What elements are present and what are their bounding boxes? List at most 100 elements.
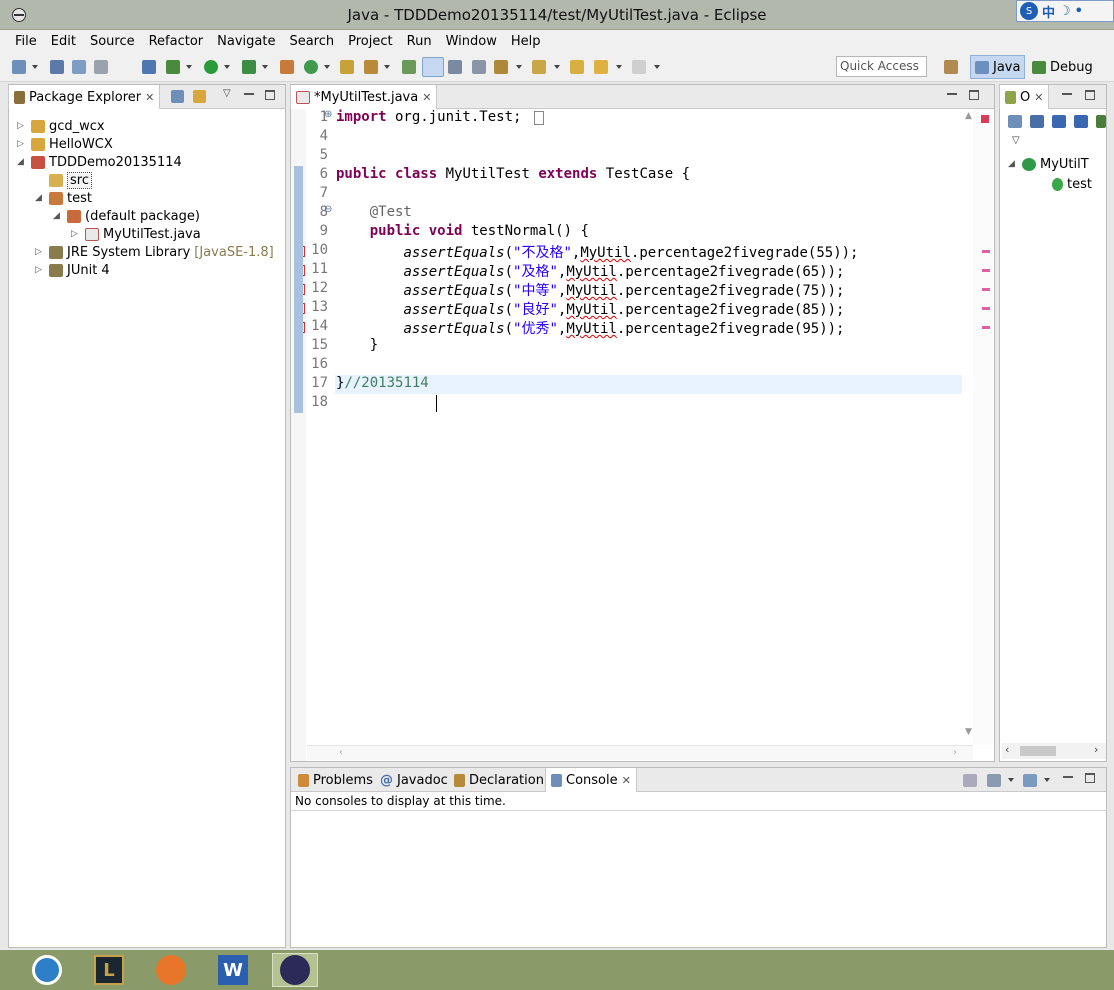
tab-package-explorer[interactable]: Package Explorer ✕ <box>8 85 161 109</box>
scroll-left-icon[interactable]: ‹ <box>339 747 343 758</box>
close-icon[interactable]: ✕ <box>145 91 154 104</box>
scroll-up-icon[interactable]: ▲ <box>965 111 972 121</box>
taskbar-pplive[interactable] <box>24 953 70 987</box>
code-line[interactable]: }//20135114 <box>336 375 429 391</box>
expanded-arrow-icon[interactable]: ◢ <box>35 193 45 203</box>
collapsed-arrow-icon[interactable]: ▷ <box>71 229 81 239</box>
tree-item-folder-src[interactable]: src <box>35 171 92 189</box>
save-all-icon[interactable] <box>72 60 86 74</box>
hide-fields-icon[interactable] <box>1052 115 1066 128</box>
skip-breakpoints-icon[interactable] <box>142 60 156 74</box>
code-line[interactable]: assertEquals("中等",MyUtil.percentage2five… <box>336 280 844 300</box>
perspective-java[interactable]: Java <box>970 55 1026 79</box>
run-icon[interactable] <box>204 60 218 74</box>
new-icon[interactable] <box>12 60 26 74</box>
collapsed-arrow-icon[interactable]: ▷ <box>35 247 45 257</box>
open-task-icon[interactable] <box>402 60 416 74</box>
menu-item[interactable]: Help <box>504 34 548 49</box>
close-icon[interactable]: ✕ <box>1034 91 1043 104</box>
tree-item-project-tdddemo[interactable]: ◢ TDDDemo20135114 <box>17 153 182 171</box>
tree-item-project-hellowcx[interactable]: ▷ HelloWCX <box>17 135 113 153</box>
perspective-debug[interactable]: Debug <box>1028 55 1097 79</box>
tab-myutiltest-java[interactable]: *MyUtilTest.java ✕ <box>290 85 438 109</box>
tree-item-project-gcd-wcx[interactable]: ▷ gcd_wcx <box>17 117 105 135</box>
menu-item[interactable]: Window <box>439 34 504 49</box>
save-icon[interactable] <box>50 60 64 74</box>
coverage-icon[interactable] <box>242 60 256 74</box>
folded-imports-box[interactable] <box>534 111 544 125</box>
open-console-icon[interactable] <box>1023 774 1037 787</box>
minimize-icon[interactable] <box>244 89 254 95</box>
block-selection-icon[interactable] <box>448 60 462 74</box>
menu-item[interactable]: File <box>8 34 44 49</box>
tab-problems[interactable]: Problems <box>293 768 378 792</box>
overview-error-mark[interactable] <box>982 250 990 253</box>
minimize-icon[interactable] <box>947 89 957 95</box>
sort-icon[interactable] <box>1030 115 1044 128</box>
tab-javadoc[interactable]: @ Javadoc <box>375 768 453 792</box>
code-line[interactable]: assertEquals("不及格",MyUtil.percentage2fiv… <box>336 242 858 262</box>
show-whitespace-icon[interactable] <box>472 60 486 74</box>
close-icon[interactable]: ✕ <box>622 774 631 787</box>
code-line[interactable]: assertEquals("优秀",MyUtil.percentage2five… <box>336 318 844 338</box>
quick-access-input[interactable]: Quick Access <box>836 56 927 77</box>
menu-item[interactable]: Run <box>400 34 439 49</box>
code-line[interactable]: @Test <box>336 204 412 220</box>
tree-item-default-package[interactable]: ◢ (default package) <box>53 207 200 225</box>
back-icon[interactable] <box>594 60 608 74</box>
code-line[interactable]: } <box>336 337 378 353</box>
menu-item[interactable]: Navigate <box>210 34 282 49</box>
search-icon[interactable] <box>364 60 378 74</box>
outline-hscrollbar[interactable]: ‹ › <box>1002 743 1106 759</box>
collapse-all-icon[interactable] <box>171 90 184 103</box>
tab-console[interactable]: Console ✕ <box>545 768 637 792</box>
tree-item-file-myutiltest[interactable]: ▷ MyUtilTest.java <box>71 225 201 243</box>
tree-item-jre-system-library[interactable]: ▷ JRE System Library [JavaSE-1.8] <box>35 243 274 261</box>
menu-item[interactable]: Source <box>83 34 142 49</box>
tab-outline[interactable]: O ✕ <box>999 85 1050 109</box>
error-summary-icon[interactable] <box>981 115 989 123</box>
pin-console-icon[interactable] <box>963 774 977 787</box>
new-class-icon[interactable] <box>304 60 318 74</box>
code-line[interactable]: assertEquals("良好",MyUtil.percentage2five… <box>336 299 844 319</box>
hide-static-icon[interactable] <box>1074 115 1088 128</box>
view-menu-icon[interactable]: ▽ <box>223 88 231 99</box>
fold-expand-icon[interactable]: ⊕ <box>324 109 332 120</box>
scroll-left-icon[interactable]: ‹ <box>1005 743 1009 756</box>
outline-item-class[interactable]: ◢ MyUtilT <box>1008 155 1089 173</box>
expanded-arrow-icon[interactable]: ◢ <box>53 211 63 221</box>
scroll-down-icon[interactable]: ▼ <box>965 727 972 737</box>
menu-item[interactable]: Search <box>282 34 341 49</box>
overview-error-mark[interactable] <box>982 269 990 272</box>
overview-error-mark[interactable] <box>982 326 990 329</box>
scroll-right-icon[interactable]: › <box>953 747 957 758</box>
print-icon[interactable] <box>94 60 108 74</box>
collapsed-arrow-icon[interactable]: ▷ <box>35 265 45 275</box>
scroll-right-icon[interactable]: › <box>1094 743 1098 756</box>
overview-error-mark[interactable] <box>982 307 990 310</box>
taskbar-word[interactable]: W <box>210 953 256 987</box>
tab-declaration[interactable]: Declaration <box>449 768 549 792</box>
minimize-icon[interactable] <box>1063 772 1073 778</box>
open-perspective-icon[interactable] <box>944 60 958 74</box>
taskbar-eclipse[interactable] <box>272 953 318 987</box>
ime-toolbar[interactable]: S 中 ☽ • <box>1016 0 1114 22</box>
code-editor[interactable]: 1 import org.junit.Test; 4 5 6 public class M… <box>306 107 961 747</box>
code-line[interactable]: public void testNormal() { <box>336 223 589 239</box>
tree-item-junit4-library[interactable]: ▷ JUnit 4 <box>35 261 110 279</box>
forward-icon[interactable] <box>632 60 646 74</box>
maximize-icon[interactable] <box>1085 773 1095 783</box>
last-edit-icon[interactable] <box>570 60 584 74</box>
debug-icon[interactable] <box>166 60 180 74</box>
code-line[interactable]: assertEquals("及格",MyUtil.percentage2five… <box>336 261 844 281</box>
maximize-icon[interactable] <box>1085 90 1095 100</box>
view-menu-icon[interactable]: ▽ <box>1012 135 1020 146</box>
prev-annotation-icon[interactable] <box>532 60 546 74</box>
fold-collapse-icon[interactable]: ⊖ <box>324 204 332 215</box>
code-line[interactable]: public class MyUtilTest extends TestCase… <box>336 166 690 182</box>
collapsed-arrow-icon[interactable]: ▷ <box>17 121 27 131</box>
horizontal-scrollbar[interactable]: ‹ › <box>307 745 973 760</box>
tree-item-folder-test[interactable]: ◢ test <box>35 189 92 207</box>
menu-item[interactable]: Project <box>341 34 399 49</box>
taskbar-lol[interactable]: L <box>86 953 132 987</box>
